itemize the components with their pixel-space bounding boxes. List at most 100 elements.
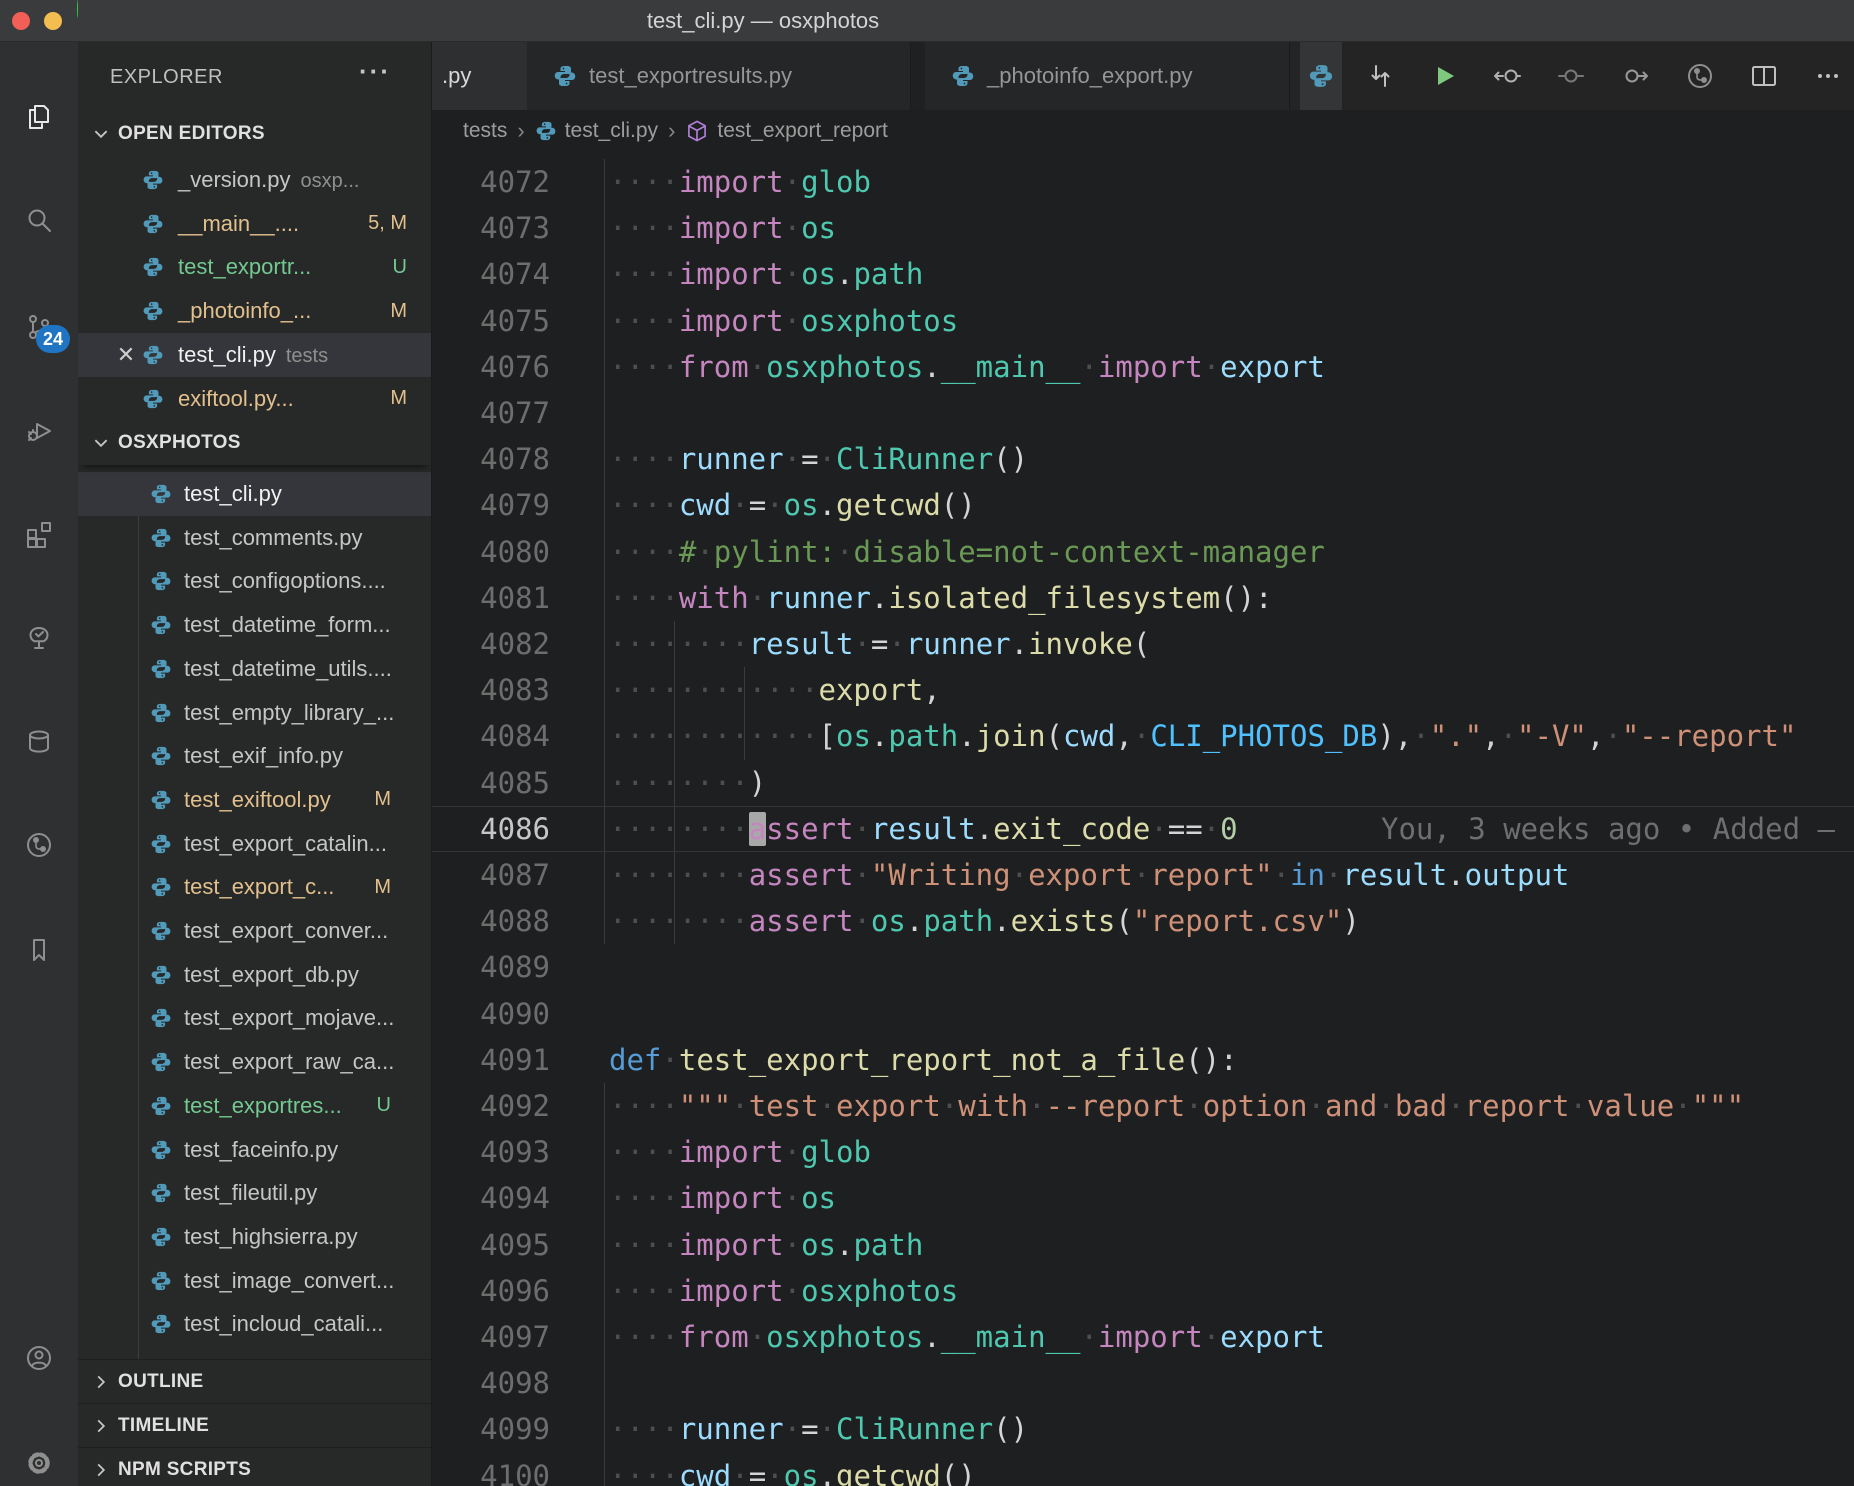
code-line[interactable]: 4087········assert·"Writing·export·repor… xyxy=(432,852,1854,898)
code-line[interactable]: 4098 xyxy=(432,1360,1854,1406)
open-editor-item[interactable]: __main__....5, M xyxy=(78,202,431,246)
editor-tab[interactable]: .py xyxy=(432,42,527,110)
code-line[interactable]: 4076····from·osxphotos.__main__·import·e… xyxy=(432,344,1854,390)
sidebar-section-npm-scripts[interactable]: NPM SCRIPTS xyxy=(78,1447,431,1486)
file-tree-item[interactable]: test_export_c...M xyxy=(78,865,431,909)
gitlens-icon[interactable] xyxy=(0,817,78,873)
code-line[interactable]: 4093····import·glob xyxy=(432,1129,1854,1175)
explorer-more-actions-icon[interactable]: ··· xyxy=(359,56,391,87)
python-icon xyxy=(150,1182,172,1204)
code-line[interactable]: 4096····import·osxphotos xyxy=(432,1268,1854,1314)
file-tree-item[interactable]: test_empty_library_... xyxy=(78,691,431,735)
file-tree-item[interactable]: test_faceinfo.py xyxy=(78,1128,431,1172)
pinned-python-tab[interactable] xyxy=(1300,42,1342,110)
code-text: ············export, xyxy=(609,667,941,713)
open-editors-section-header[interactable]: OPEN EDITORS xyxy=(78,112,431,156)
code-line[interactable]: 4099····runner·=·CliRunner() xyxy=(432,1406,1854,1452)
sidebar-section-timeline[interactable]: TIMELINE xyxy=(78,1403,431,1447)
minimize-window-button[interactable] xyxy=(44,12,62,30)
code-line[interactable]: 4092····"""·test·export·with·--report·op… xyxy=(432,1083,1854,1129)
file-tree-item[interactable]: test_highsierra.py xyxy=(78,1215,431,1259)
code-line[interactable]: 4074····import·os.path xyxy=(432,251,1854,297)
diff-icon[interactable] xyxy=(1363,59,1397,93)
line-number: 4083 xyxy=(432,667,550,713)
file-tree-item[interactable]: test_datetime_form... xyxy=(78,603,431,647)
code-line[interactable]: 4091def·test_export_report_not_a_file(): xyxy=(432,1037,1854,1083)
extensions-icon[interactable] xyxy=(0,506,78,562)
breadcrumb-label: test_cli.py xyxy=(565,119,658,143)
breadcrumb-item[interactable]: test_export_report xyxy=(685,119,887,143)
sidebar-section-outline[interactable]: OUTLINE xyxy=(78,1359,431,1403)
code-line[interactable]: 4083 ············export, xyxy=(432,667,1854,713)
prev-change-icon[interactable] xyxy=(1490,59,1524,93)
file-tree-item[interactable]: test_exif_info.py xyxy=(78,734,431,778)
code-line[interactable]: 4080····#·pylint:·disable=not-context-ma… xyxy=(432,529,1854,575)
open-editor-item[interactable]: ✕test_cli.pytests xyxy=(78,333,431,377)
next-change-icon[interactable] xyxy=(1619,59,1653,93)
code-line[interactable]: 4089 xyxy=(432,944,1854,990)
file-tree-item[interactable]: test_export_db.py xyxy=(78,953,431,997)
maximize-window-button[interactable] xyxy=(77,0,78,18)
file-tree-item[interactable]: test_export_conver... xyxy=(78,909,431,953)
run-icon[interactable] xyxy=(1427,59,1461,93)
search-icon[interactable] xyxy=(0,192,78,248)
file-tree-item[interactable]: test_exportres...U xyxy=(78,1084,431,1128)
close-window-button[interactable] xyxy=(12,12,30,30)
code-line[interactable]: 4079····cwd·=·os.getcwd() xyxy=(432,482,1854,528)
line-number: 4072 xyxy=(432,159,550,205)
gitlens-icon[interactable] xyxy=(1683,59,1717,93)
open-editor-item[interactable]: test_exportr...U xyxy=(78,245,431,289)
code-line[interactable]: 4075····import·osxphotos xyxy=(432,298,1854,344)
account-icon[interactable] xyxy=(0,1330,78,1386)
file-tree-item[interactable]: test_incloud_catali... xyxy=(78,1302,431,1346)
line-number: 4100 xyxy=(432,1453,550,1486)
file-tree-item[interactable]: test_comments.py xyxy=(78,516,431,560)
code-line[interactable]: 4085········) xyxy=(432,760,1854,806)
code-editor[interactable]: 4072····import·glob4073····import·os4074… xyxy=(432,152,1854,1486)
code-line[interactable]: 4088········assert·os.path.exists("repor… xyxy=(432,898,1854,944)
code-line[interactable]: 4097····from·osxphotos.__main__·import·e… xyxy=(432,1314,1854,1360)
file-tree-item[interactable]: test_fileutil.py xyxy=(78,1171,431,1215)
code-line[interactable]: 4081····with·runner.isolated_filesystem(… xyxy=(432,575,1854,621)
file-tree-item[interactable]: test_export_mojave... xyxy=(78,996,431,1040)
database-icon[interactable] xyxy=(0,714,78,770)
change-icon[interactable] xyxy=(1554,59,1588,93)
editor-tab[interactable]: _photoinfo_export.py xyxy=(925,42,1290,110)
explorer-icon[interactable] xyxy=(0,89,78,145)
code-line[interactable]: 4078····runner·=·CliRunner() xyxy=(432,436,1854,482)
source-control-icon[interactable]: 24 xyxy=(0,299,78,355)
code-line[interactable]: 4095····import·os.path xyxy=(432,1222,1854,1268)
project-section-header[interactable]: OSXPHOTOS xyxy=(78,421,431,465)
split-editor-icon[interactable] xyxy=(1747,59,1781,93)
file-tree-item[interactable]: test_export_raw_ca... xyxy=(78,1040,431,1084)
settings-icon[interactable] xyxy=(0,1435,78,1486)
code-line[interactable]: 4086········assert·result.exit_code·==·0… xyxy=(432,806,1854,852)
code-line[interactable]: 4072····import·glob xyxy=(432,159,1854,205)
code-line[interactable]: 4094····import·os xyxy=(432,1175,1854,1221)
file-tree-item[interactable]: test_datetime_utils.... xyxy=(78,647,431,691)
code-line[interactable]: 4100····cwd·=·os.getcwd() xyxy=(432,1453,1854,1486)
open-editor-item[interactable]: _photoinfo_...M xyxy=(78,289,431,333)
indent-guide xyxy=(604,159,605,205)
breadcrumb-item[interactable]: tests xyxy=(463,119,507,143)
code-line[interactable]: 4082········result·=·runner.invoke( xyxy=(432,621,1854,667)
open-editor-filename: test_exportr... xyxy=(178,254,311,280)
file-tree-item[interactable]: test_export_catalin... xyxy=(78,822,431,866)
close-icon[interactable]: ✕ xyxy=(114,342,138,368)
code-line[interactable]: 4084············[os.path.join(cwd,·CLI_P… xyxy=(432,713,1854,759)
run-debug-icon[interactable] xyxy=(0,402,78,458)
breadcrumb-item[interactable]: test_cli.py xyxy=(535,119,658,143)
code-line[interactable]: 4077 xyxy=(432,390,1854,436)
code-line[interactable]: 4090 xyxy=(432,991,1854,1037)
todo-tree-icon[interactable] xyxy=(0,610,78,666)
file-tree-item[interactable]: test_configoptions.... xyxy=(78,559,431,603)
file-tree-item[interactable]: test_exiftool.pyM xyxy=(78,778,431,822)
file-tree-item[interactable]: test_image_convert... xyxy=(78,1259,431,1303)
more-icon[interactable] xyxy=(1811,59,1845,93)
code-line[interactable]: 4073····import·os xyxy=(432,205,1854,251)
editor-tab[interactable]: test_exportresults.py xyxy=(527,42,911,110)
open-editor-item[interactable]: exiftool.py...M xyxy=(78,377,431,421)
file-tree-item[interactable]: test_cli.py xyxy=(78,472,431,516)
open-editor-item[interactable]: _version.pyosxp... xyxy=(78,158,431,202)
bookmarks-icon[interactable] xyxy=(0,922,78,978)
